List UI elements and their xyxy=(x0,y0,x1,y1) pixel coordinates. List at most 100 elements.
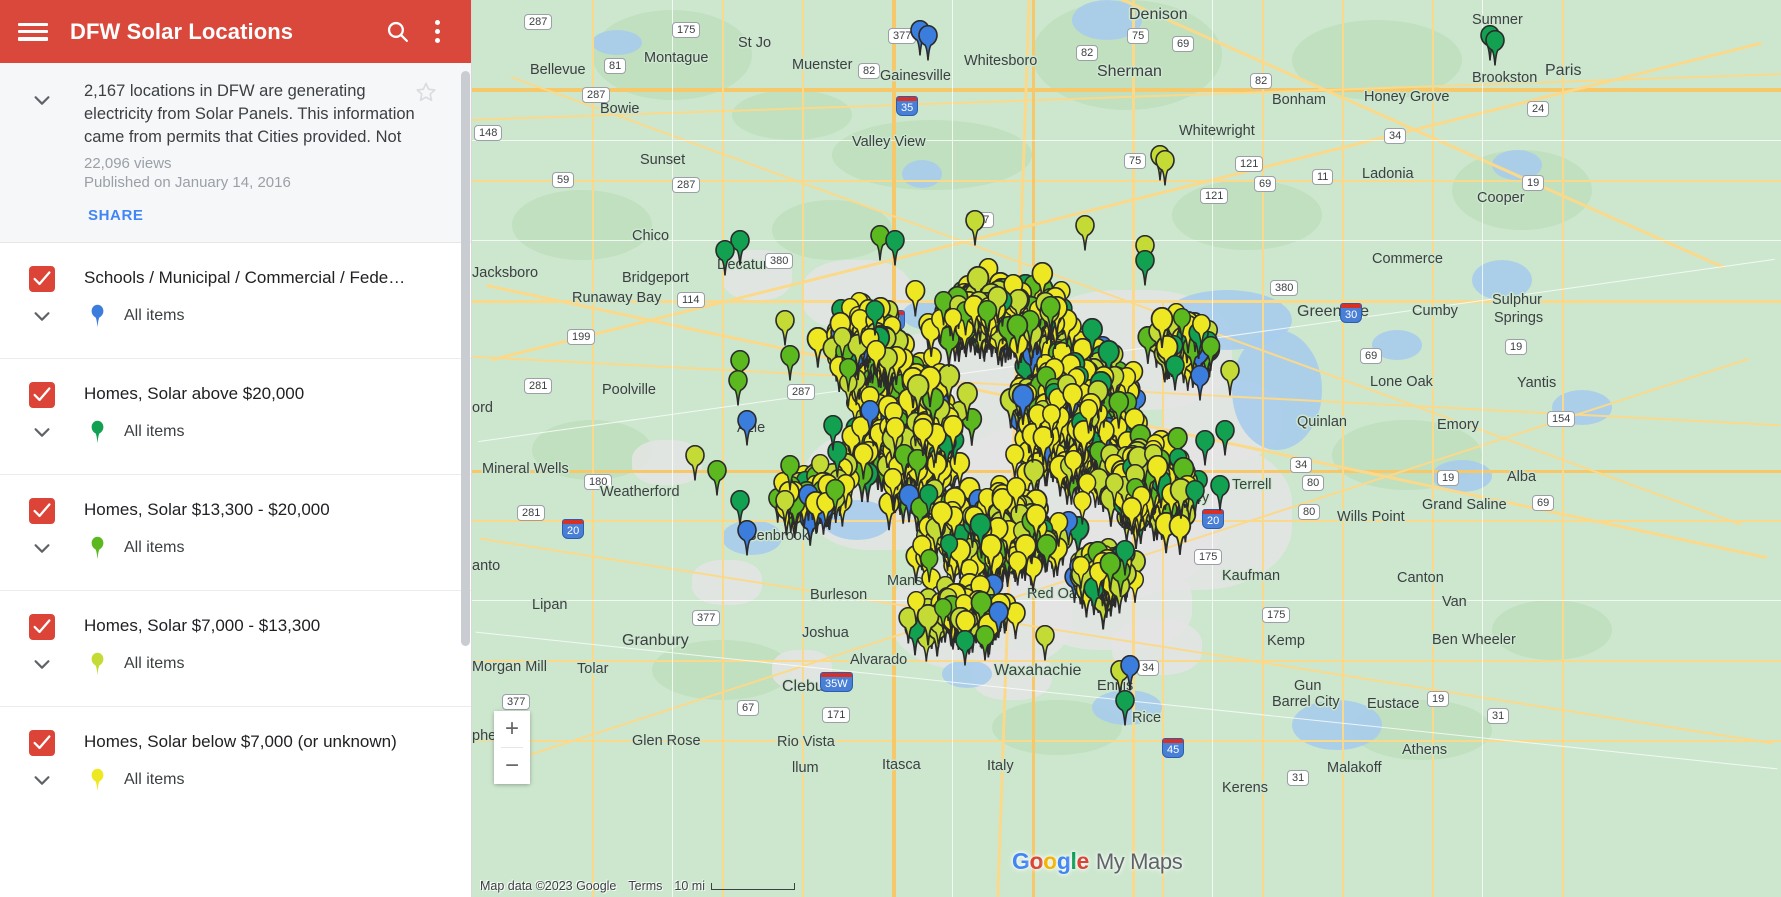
logo-letter-g2: g xyxy=(1056,848,1071,874)
logo-letter-e: e xyxy=(1076,848,1089,874)
map-zoom-controls[interactable]: + − xyxy=(494,711,530,784)
sidebar-scrollbar-thumb[interactable] xyxy=(461,71,470,646)
legend-sub-label: All items xyxy=(124,307,185,324)
legend-sub-label: All items xyxy=(124,655,185,672)
chevron-down-icon[interactable] xyxy=(31,305,53,327)
map-marker-pin[interactable] xyxy=(962,210,988,246)
legend-sub-chevron-cell xyxy=(0,769,84,791)
legend-layer-header: Homes, Solar $7,000 - $13,300 xyxy=(0,591,471,644)
map-marker-pin[interactable] xyxy=(882,230,908,266)
legend-layer-title: Homes, Solar $7,000 - $13,300 xyxy=(84,616,321,635)
map-marker-pin[interactable] xyxy=(939,415,967,454)
map-marker-pin[interactable] xyxy=(712,240,738,276)
layer-visibility-checkbox[interactable] xyxy=(29,614,55,640)
map-marker-pin[interactable] xyxy=(1152,150,1178,186)
map-marker-pin[interactable] xyxy=(1032,625,1058,661)
map-marker-pin[interactable] xyxy=(1189,314,1214,349)
map-marker-pin[interactable] xyxy=(1117,655,1143,691)
published-date: Published on January 14, 2016 xyxy=(84,174,291,191)
zoom-out-button[interactable]: − xyxy=(494,748,530,784)
map-marker-pin[interactable] xyxy=(777,455,803,491)
chevron-down-icon[interactable] xyxy=(31,421,53,443)
map-marker-pin[interactable] xyxy=(704,460,730,496)
layer-visibility-checkbox[interactable] xyxy=(29,730,55,756)
legend-layer-title: Homes, Solar below $7,000 (or unknown) xyxy=(84,732,397,751)
map-marker-pin[interactable] xyxy=(937,533,961,567)
map-marker-pin[interactable] xyxy=(952,630,978,666)
google-my-maps-logo: Google My Maps xyxy=(1012,848,1183,875)
map-marker-pin[interactable] xyxy=(1070,490,1095,525)
map-marker-pin[interactable] xyxy=(966,513,995,554)
search-icon[interactable] xyxy=(377,12,417,52)
map-marker-pin[interactable] xyxy=(1132,250,1158,286)
layer-visibility-checkbox[interactable] xyxy=(29,382,55,408)
map-canvas: 287 Denison Sumner 175 75 69 Bellevue St Jo Mont… xyxy=(472,0,1781,897)
map-marker-pin[interactable] xyxy=(915,25,941,61)
sidebar-scrollbar[interactable] xyxy=(461,63,470,897)
legend-checkbox-cell xyxy=(0,729,84,756)
map-marker-pin[interactable] xyxy=(734,410,760,446)
chevron-down-icon[interactable] xyxy=(31,89,53,111)
map-marker-pin[interactable] xyxy=(1187,365,1213,401)
legend-layer-sub: All items xyxy=(0,644,471,706)
map-marker-pin[interactable] xyxy=(734,520,760,556)
map-marker-pin[interactable] xyxy=(1112,690,1138,726)
chevron-down-icon[interactable] xyxy=(31,769,53,791)
map-marker-pin[interactable] xyxy=(909,418,937,457)
map-marker-pin[interactable] xyxy=(880,467,906,504)
layer-visibility-checkbox[interactable] xyxy=(29,498,55,524)
map-marker-pin[interactable] xyxy=(822,479,848,516)
map-marker-pin[interactable] xyxy=(1112,540,1138,576)
map-marker-pin[interactable] xyxy=(1217,360,1243,396)
map-marker-pin[interactable] xyxy=(1165,513,1195,555)
map-marker-pin[interactable] xyxy=(857,400,883,436)
legend-layer-title: Schools / Municipal / Commercial / Fede… xyxy=(84,268,406,287)
map-marker-pin[interactable] xyxy=(820,415,846,451)
map-marker-pin[interactable] xyxy=(772,490,798,526)
legend-layer: Homes, Solar below $7,000 (or unknown) Al… xyxy=(0,707,471,822)
map-description-panel: 2,167 locations in DFW are generating el… xyxy=(0,63,471,243)
hamburger-menu-icon[interactable] xyxy=(18,20,48,44)
map-marker-pin[interactable] xyxy=(1072,215,1098,251)
map-marker-pin[interactable] xyxy=(974,300,1001,337)
share-button[interactable]: SHARE xyxy=(84,205,148,226)
logo-letter-o1: o xyxy=(1029,848,1044,874)
legend-layer-sub: All items xyxy=(0,296,471,358)
map-marker-pin[interactable] xyxy=(882,417,908,454)
map-marker-pin[interactable] xyxy=(725,370,751,406)
legend-layer-title: Homes, Solar $13,300 - $20,000 xyxy=(84,500,330,519)
scale-bar-line xyxy=(711,882,795,890)
map-marker-pin[interactable] xyxy=(1482,30,1508,66)
map-marker-pin[interactable] xyxy=(1162,355,1188,391)
map-marker-layer xyxy=(472,0,1781,897)
map-marker-pin[interactable] xyxy=(1212,420,1238,456)
legend-sub-chevron-cell xyxy=(0,305,84,327)
map-marker-pin[interactable] xyxy=(772,310,798,346)
map-marker-pin[interactable] xyxy=(902,279,929,317)
zoom-in-button[interactable]: + xyxy=(494,711,530,747)
map-marker-pin[interactable] xyxy=(1059,382,1086,421)
map-marker-pin[interactable] xyxy=(862,300,888,336)
legend-sub-chevron-cell xyxy=(0,421,84,443)
map-marker-pin[interactable] xyxy=(1118,496,1145,535)
map-marker-pin[interactable] xyxy=(1022,504,1050,544)
chevron-down-icon[interactable] xyxy=(31,653,53,675)
kebab-menu-icon[interactable] xyxy=(417,12,457,52)
map-marker-pin[interactable] xyxy=(863,339,889,377)
layer-visibility-checkbox[interactable] xyxy=(29,266,55,292)
map-marker-pin[interactable] xyxy=(1005,551,1030,586)
map-marker-pin[interactable] xyxy=(904,591,928,625)
terms-link[interactable]: Terms xyxy=(628,879,662,893)
map-marker-pin[interactable] xyxy=(777,345,803,381)
chevron-down-icon[interactable] xyxy=(31,537,53,559)
legend-sub-label: All items xyxy=(124,539,185,556)
logo-letter-g: G xyxy=(1012,848,1030,874)
description-text: 2,167 locations in DFW are generating el… xyxy=(84,82,415,146)
map-marker-pin[interactable] xyxy=(941,308,965,342)
map-marker-pin[interactable] xyxy=(1003,314,1032,354)
my-maps-app: DFW Solar Locations 2,167 locations in D… xyxy=(0,0,1781,897)
map-marker-pin[interactable] xyxy=(1207,475,1233,511)
map-viewport[interactable]: 287 Denison Sumner 175 75 69 Bellevue St Jo Mont… xyxy=(472,0,1781,897)
map-marker-pin[interactable] xyxy=(1182,480,1208,516)
star-outline-icon[interactable] xyxy=(415,81,437,103)
